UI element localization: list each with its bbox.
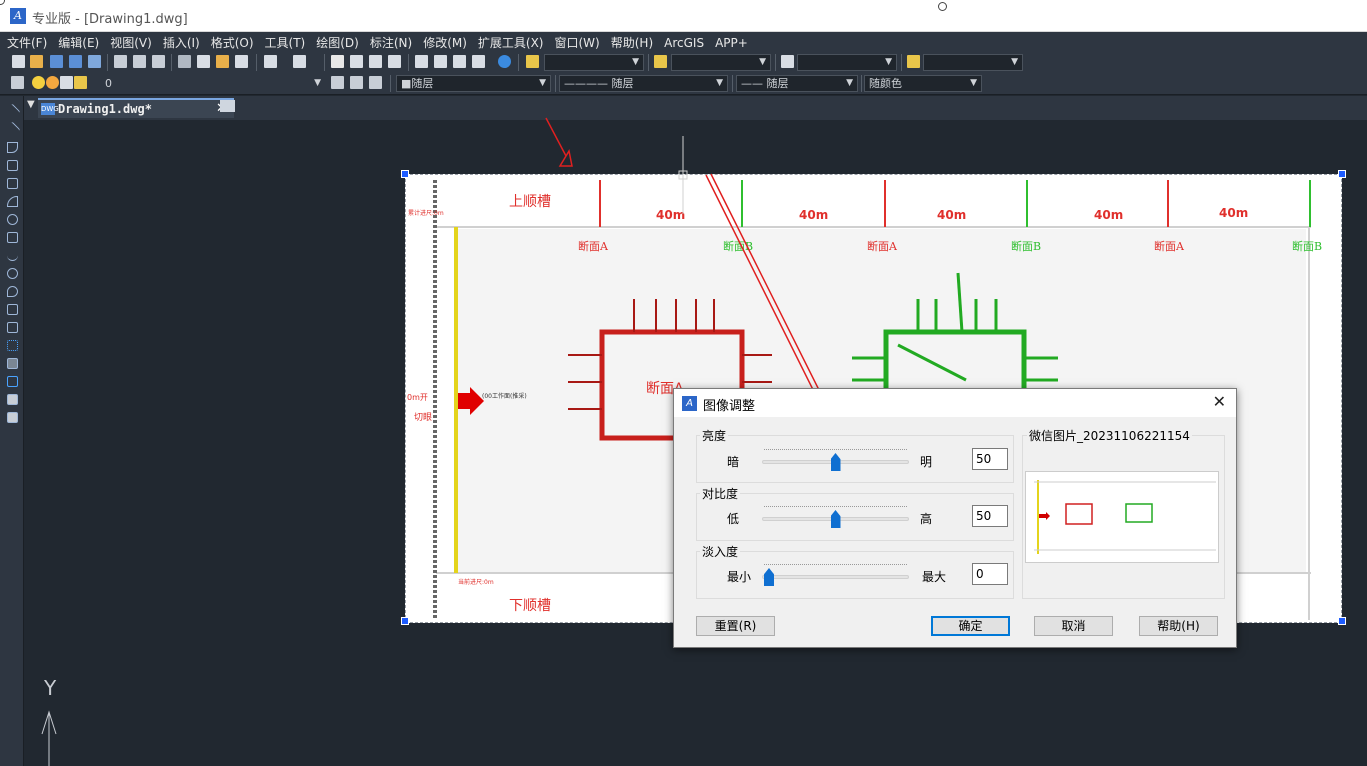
fade-slider-track[interactable] [762, 575, 909, 579]
contrast-min-label: 低 [727, 512, 740, 526]
dialog-app-icon: A [682, 396, 697, 411]
dialog-title-bar[interactable]: A 图像调整 ✕ [674, 389, 1236, 417]
dialog-title: 图像调整 [703, 399, 756, 414]
fade-title: 淡入度 [700, 543, 741, 560]
preview-title: 微信图片_20231106221154 [1027, 427, 1192, 444]
contrast-title: 对比度 [700, 485, 741, 502]
brightness-group [696, 435, 1014, 483]
help-button[interactable]: 帮助(H) [1139, 616, 1218, 636]
brightness-title: 亮度 [700, 427, 729, 444]
ucs-y-label: Y [44, 676, 57, 700]
brightness-value-field[interactable]: 50 [972, 448, 1008, 470]
reset-button[interactable]: 重置(R) [696, 616, 775, 636]
fade-ticks [764, 564, 907, 566]
brightness-ticks [764, 449, 907, 451]
fade-min-label: 最小 [727, 570, 752, 584]
image-preview [1025, 471, 1219, 563]
brightness-min-label: 暗 [727, 455, 740, 469]
fade-max-label: 最大 [922, 570, 947, 584]
dialog-close-icon[interactable]: ✕ [1213, 392, 1226, 411]
overlay-annotations [41, 117, 873, 766]
contrast-ticks [764, 506, 907, 508]
preview-thumbnail [1026, 472, 1218, 562]
contrast-value-field[interactable]: 50 [972, 505, 1008, 527]
fade-value-field[interactable]: 0 [972, 563, 1008, 585]
red-arrow-annotation [545, 117, 573, 167]
image-adjust-dialog: A 图像调整 ✕ 亮度 暗 明 50 对比度 低 高 50 淡入度 最小 最大 … [673, 388, 1237, 648]
ok-button[interactable]: 确定 [931, 616, 1010, 636]
contrast-max-label: 高 [920, 512, 933, 526]
brightness-max-label: 明 [920, 455, 933, 469]
cancel-button[interactable]: 取消 [1034, 616, 1113, 636]
